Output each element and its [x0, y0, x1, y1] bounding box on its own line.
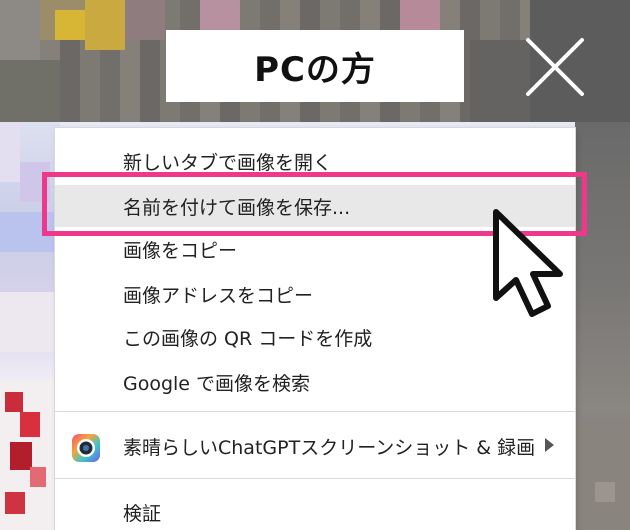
menu-item-search-google[interactable]: Google で画像を検索 [55, 361, 575, 403]
menu-item-label: 名前を付けて画像を保存... [123, 196, 351, 219]
menu-item-label: 素晴らしいChatGPTスクリーンショット & 録画 [123, 436, 536, 459]
menu-item-label: 新しいタブで画像を開く [123, 151, 333, 174]
menu-item-label: 画像アドレスをコピー [123, 284, 314, 307]
menu-item-label: この画像の QR コードを作成 [123, 327, 373, 350]
mouse-pointer-icon [488, 206, 578, 326]
menu-item-label: 画像をコピー [123, 239, 238, 262]
title-banner: PCの方 [166, 30, 464, 102]
title-text: PCの方 [254, 49, 376, 90]
context-menu: 新しいタブで画像を開く 名前を付けて画像を保存... 画像をコピー 画像アドレス… [55, 128, 575, 530]
menu-item-label: 検証 [123, 502, 162, 525]
background-left [0, 122, 60, 530]
menu-item-inspect[interactable]: 検証 [55, 491, 575, 530]
menu-item-label: Google で画像を検索 [123, 372, 311, 395]
close-button[interactable] [522, 34, 588, 100]
submenu-arrow-icon [545, 438, 554, 452]
close-icon [526, 38, 584, 96]
background-right [575, 122, 630, 530]
menu-item-chatgpt-screenshot-extension[interactable]: 素晴らしいChatGPTスクリーンショット & 録画 [55, 425, 575, 467]
menu-divider [55, 411, 575, 412]
extension-icon [71, 433, 101, 463]
menu-item-open-image-new-tab[interactable]: 新しいタブで画像を開く [55, 140, 575, 182]
screenshot-stage: PCの方 新しいタブで画像を開く 名前を付けて画像を保存... 画像をコピー 画… [0, 0, 630, 530]
menu-divider [55, 478, 575, 479]
